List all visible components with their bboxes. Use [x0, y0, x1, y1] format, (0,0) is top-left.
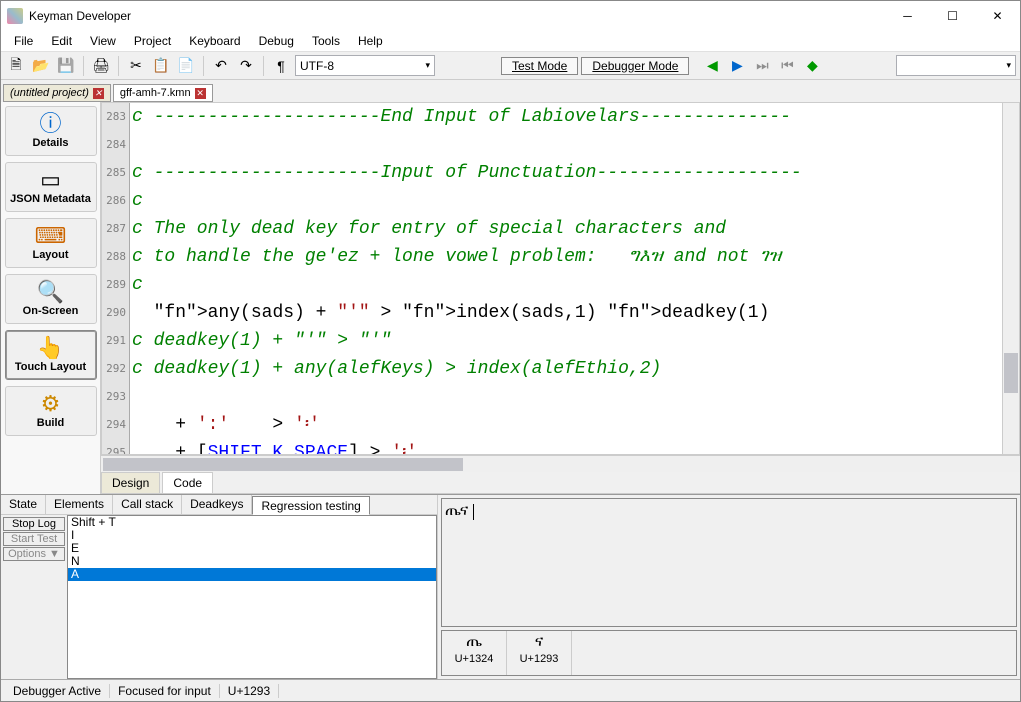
file-tabs: (untitled project)✕ gff-amh-7.kmn✕ — [1, 80, 1020, 102]
window-title: Keyman Developer — [29, 9, 885, 23]
menu-help[interactable]: Help — [349, 32, 392, 50]
test-mode-button[interactable]: Test Mode — [501, 57, 578, 75]
sidebar-layout[interactable]: ⌨Layout — [5, 218, 97, 268]
dtab-state[interactable]: State — [1, 495, 46, 514]
code-editor[interactable]: 283284285286287288289290291292293294295 … — [101, 102, 1020, 455]
copy-icon[interactable]: 📋 — [150, 55, 172, 77]
step-over-icon[interactable]: ⏭ — [751, 55, 773, 77]
encoding-value: UTF-8 — [300, 59, 334, 73]
editor-view-tabs: Design Code — [101, 472, 1020, 494]
close-button[interactable]: ✕ — [975, 1, 1020, 31]
status-debugger: Debugger Active — [5, 684, 110, 698]
debug-panel: State Elements Call stack Deadkeys Regre… — [1, 494, 1020, 679]
sidebar-onscreen[interactable]: 🔍On-Screen — [5, 274, 97, 324]
chevron-down-icon: ▾ — [1006, 60, 1015, 71]
dtab-elements[interactable]: Elements — [46, 495, 113, 514]
tab-code[interactable]: Code — [162, 472, 213, 493]
info-icon: ⓘ — [8, 113, 94, 135]
dtab-callstack[interactable]: Call stack — [113, 495, 182, 514]
minimize-button[interactable]: ─ — [885, 1, 930, 31]
gear-icon: ⚙ — [8, 393, 94, 415]
new-icon[interactable]: 🗎 — [5, 55, 27, 77]
print-icon[interactable]: 🖨 — [90, 55, 112, 77]
cut-icon[interactable]: ✂ — [125, 55, 147, 77]
debug-tabs: State Elements Call stack Deadkeys Regre… — [1, 495, 437, 515]
menu-edit[interactable]: Edit — [42, 32, 81, 50]
app-icon — [7, 8, 23, 24]
key-log-list[interactable]: Shift + TIENA — [67, 515, 437, 679]
keyboard-icon: ⌨ — [8, 225, 94, 247]
menu-bar: File Edit View Project Keyboard Debug To… — [1, 31, 1020, 52]
options-button[interactable]: Options ▼ — [3, 547, 65, 561]
menu-tools[interactable]: Tools — [303, 32, 349, 50]
sidebar: ⓘDetails ▭JSON Metadata ⌨Layout 🔍On-Scre… — [1, 102, 101, 494]
title-bar: Keyman Developer ─ ☐ ✕ — [1, 1, 1020, 31]
paste-icon[interactable]: 📄 — [175, 55, 197, 77]
right-select[interactable]: ▾ — [896, 55, 1016, 76]
redo-icon[interactable]: ↷ — [235, 55, 257, 77]
code-content[interactable]: c ---------------------End Input of Labi… — [130, 103, 1002, 454]
stop-icon[interactable]: ◆ — [801, 55, 823, 77]
tab-file[interactable]: gff-amh-7.kmn✕ — [113, 84, 213, 102]
step-in-icon[interactable]: ▶ — [726, 55, 748, 77]
touch-icon: 👆 — [8, 337, 94, 359]
stop-log-button[interactable]: Stop Log — [3, 517, 65, 531]
tab-project[interactable]: (untitled project)✕ — [3, 84, 111, 102]
sidebar-build[interactable]: ⚙Build — [5, 386, 97, 436]
sidebar-touch[interactable]: 👆Touch Layout — [5, 330, 97, 380]
vertical-scrollbar[interactable] — [1002, 103, 1019, 454]
menu-project[interactable]: Project — [125, 32, 180, 50]
step-back-icon[interactable]: ◀ — [701, 55, 723, 77]
close-icon[interactable]: ✕ — [93, 88, 104, 99]
character-preview: ጤU+1324ናU+1293 — [441, 630, 1017, 676]
debugger-mode-button[interactable]: Debugger Mode — [581, 57, 689, 75]
status-unicode: U+1293 — [220, 684, 279, 698]
close-icon[interactable]: ✕ — [195, 88, 206, 99]
sidebar-details[interactable]: ⓘDetails — [5, 106, 97, 156]
maximize-button[interactable]: ☐ — [930, 1, 975, 31]
chevron-down-icon: ▾ — [425, 60, 434, 71]
preview-input[interactable]: ጤና — [441, 498, 1017, 627]
horizontal-scrollbar[interactable] — [101, 455, 1020, 472]
status-focus: Focused for input — [110, 684, 220, 698]
line-gutter: 283284285286287288289290291292293294295 — [102, 103, 130, 454]
menu-file[interactable]: File — [5, 32, 42, 50]
sidebar-json[interactable]: ▭JSON Metadata — [5, 162, 97, 212]
menu-debug[interactable]: Debug — [250, 32, 303, 50]
onscreen-icon: 🔍 — [8, 281, 94, 303]
step-out-icon[interactable]: ⏮ — [776, 55, 798, 77]
menu-view[interactable]: View — [81, 32, 125, 50]
start-test-button[interactable]: Start Test — [3, 532, 65, 546]
encoding-select[interactable]: UTF-8 ▾ — [295, 55, 435, 76]
tab-design[interactable]: Design — [101, 472, 160, 493]
menu-keyboard[interactable]: Keyboard — [180, 32, 249, 50]
format-icon[interactable]: ¶ — [270, 55, 292, 77]
save-icon[interactable]: 💾 — [55, 55, 77, 77]
dtab-regression[interactable]: Regression testing — [252, 496, 369, 515]
undo-icon[interactable]: ↶ — [210, 55, 232, 77]
toolbar: 🗎 📂 💾 🖨 ✂ 📋 📄 ↶ ↷ ¶ UTF-8 ▾ Test Mode De… — [1, 52, 1020, 80]
metadata-icon: ▭ — [8, 169, 94, 191]
status-bar: Debugger Active Focused for input U+1293 — [1, 679, 1020, 701]
open-icon[interactable]: 📂 — [30, 55, 52, 77]
dtab-deadkeys[interactable]: Deadkeys — [182, 495, 252, 514]
